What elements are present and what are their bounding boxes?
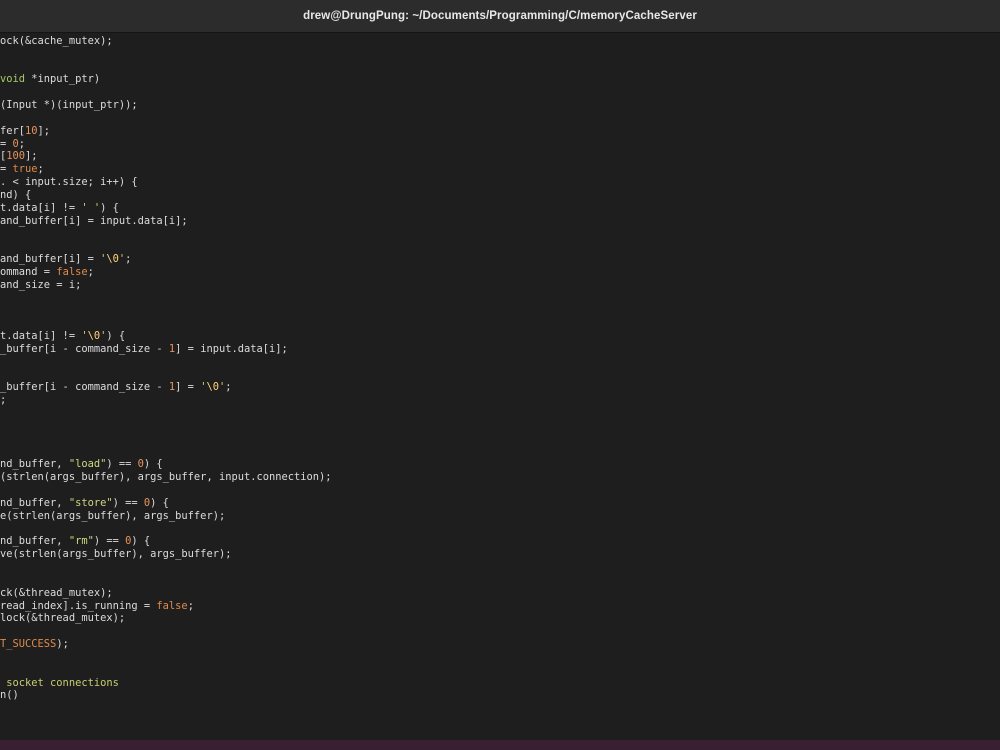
code-token: nd_buffer, xyxy=(0,496,69,509)
code-token: "rm" xyxy=(68,535,94,548)
code-line: ve(strlen(args_buffer), args_buffer); xyxy=(0,548,231,561)
code-line: . < input.size; i++) { xyxy=(0,176,138,189)
code-line: nd_buffer, "store") == 0) { xyxy=(0,497,169,510)
code-token: ' ' xyxy=(81,201,101,214)
code-token: *input_ptr) xyxy=(25,73,101,86)
window-titlebar[interactable]: drew@DrungPung: ~/Documents/Programming/… xyxy=(0,0,1000,33)
code-token: "load" xyxy=(68,458,107,471)
code-token: nd_buffer, xyxy=(0,535,69,548)
code-token: = xyxy=(0,137,13,150)
code-token: ; xyxy=(18,137,26,150)
code-token: ; xyxy=(187,599,194,612)
code-token: read_index].is_running = xyxy=(0,599,157,612)
code-token: (Input *)(input_ptr)); xyxy=(0,99,138,112)
code-token: ) == xyxy=(112,496,144,509)
code-token: _buffer[i - command_size - xyxy=(0,342,169,355)
code-token: ) == xyxy=(106,458,138,471)
code-line: = 0; xyxy=(0,138,25,151)
code-line: ; xyxy=(0,394,6,407)
code-token: nd) { xyxy=(0,188,32,201)
code-token: ) { xyxy=(143,458,163,471)
code-line: e(strlen(args_buffer), args_buffer); xyxy=(0,510,225,523)
code-token: ]; xyxy=(25,150,38,163)
code-token: ) == xyxy=(93,535,126,548)
code-token: e(strlen(args_buffer), args_buffer); xyxy=(0,509,226,522)
code-token: = xyxy=(0,163,13,176)
code-line: T_SUCCESS); xyxy=(0,638,69,651)
code-token: ock(&cache_mutex); xyxy=(0,35,113,47)
code-line: and_buffer[i] = '\0'; xyxy=(0,253,131,266)
code-token: and_buffer[i] = input.data[i]; xyxy=(0,214,188,227)
code-line: void *input_ptr) xyxy=(0,73,100,86)
code-token: false xyxy=(56,265,88,278)
code-token: ; xyxy=(125,253,132,266)
code-line: read_index].is_running = false; xyxy=(0,600,194,613)
window-title: drew@DrungPung: ~/Documents/Programming/… xyxy=(303,10,697,22)
code-line: (Input *)(input_ptr)); xyxy=(0,99,138,112)
code-token: ) { xyxy=(106,330,126,343)
terminal-window: drew@DrungPung: ~/Documents/Programming/… xyxy=(0,0,1000,750)
code-token: n() xyxy=(0,689,19,702)
code-token: T_SUCCESS xyxy=(0,638,57,650)
code-token: true xyxy=(12,163,38,176)
code-token: lock(&thread_mutex); xyxy=(0,612,126,625)
code-token: ck(&thread_mutex); xyxy=(0,586,113,599)
code-token: t.data[i] != xyxy=(0,201,82,214)
code-token: and_buffer[i] = xyxy=(0,253,101,266)
code-token: ] = xyxy=(175,381,201,394)
code-token: socket connections xyxy=(0,676,119,689)
code-token: "store" xyxy=(68,496,113,509)
code-token: t.data[i] != xyxy=(0,330,82,343)
code-token: nd_buffer, xyxy=(0,458,69,471)
code-token: ; xyxy=(0,394,7,407)
code-token: ; xyxy=(37,163,44,176)
code-line: [100]; xyxy=(0,150,38,163)
code-line: t.data[i] != '\0') { xyxy=(0,330,125,343)
code-token: \0 xyxy=(106,253,119,266)
code-line: ock(&cache_mutex); xyxy=(0,35,113,48)
code-token: ) { xyxy=(100,201,119,214)
code-token: (strlen(args_buffer), args_buffer, input… xyxy=(0,471,332,484)
code-token: . < input.size; i++) { xyxy=(0,176,138,189)
code-line: n() xyxy=(0,689,19,702)
code-line: ck(&thread_mutex); xyxy=(0,587,113,600)
code-line: socket connections xyxy=(0,677,119,690)
code-line: (strlen(args_buffer), args_buffer, input… xyxy=(0,471,332,484)
code-token: false xyxy=(156,599,188,612)
code-token: _buffer[i - command_size - xyxy=(0,381,169,394)
code-token: ve(strlen(args_buffer), args_buffer); xyxy=(0,548,232,561)
code-token: \0 xyxy=(206,381,219,394)
code-line: and_buffer[i] = input.data[i]; xyxy=(0,215,188,228)
code-line: lock(&thread_mutex); xyxy=(0,612,125,625)
code-line: _buffer[i - command_size - 1] = '\0'; xyxy=(0,381,232,394)
bottom-bar xyxy=(0,740,1000,750)
code-line: t.data[i] != ' ') { xyxy=(0,202,119,215)
code-token: ]; xyxy=(37,124,51,137)
code-line: ommand = false; xyxy=(0,266,94,279)
code-token: 10 xyxy=(25,124,38,137)
code-token: and_size = i; xyxy=(0,278,82,291)
code-editor[interactable]: ock(&cache_mutex);void *input_ptr) (Input… xyxy=(0,35,1000,740)
code-token: \0 xyxy=(87,330,101,343)
code-line: nd) { xyxy=(0,189,31,202)
code-token: ; xyxy=(87,265,94,278)
code-line: = true; xyxy=(0,163,44,176)
code-line: and_size = i; xyxy=(0,279,81,292)
code-token: ) { xyxy=(131,535,151,548)
code-token: ); xyxy=(56,638,69,650)
code-line: nd_buffer, "load") == 0) { xyxy=(0,458,163,471)
code-token: 100 xyxy=(6,150,26,163)
code-token: void xyxy=(0,73,26,86)
code-token: ) { xyxy=(150,496,169,509)
code-token: ] = input.data[i]; xyxy=(175,342,288,355)
code-line: nd_buffer, "rm") == 0) { xyxy=(0,535,150,548)
code-token: ommand = xyxy=(0,265,57,278)
code-line: fer[10]; xyxy=(0,125,50,138)
code-line: _buffer[i - command_size - 1] = input.da… xyxy=(0,343,288,356)
code-token: ; xyxy=(225,381,232,394)
code-token: fer[ xyxy=(0,124,26,137)
